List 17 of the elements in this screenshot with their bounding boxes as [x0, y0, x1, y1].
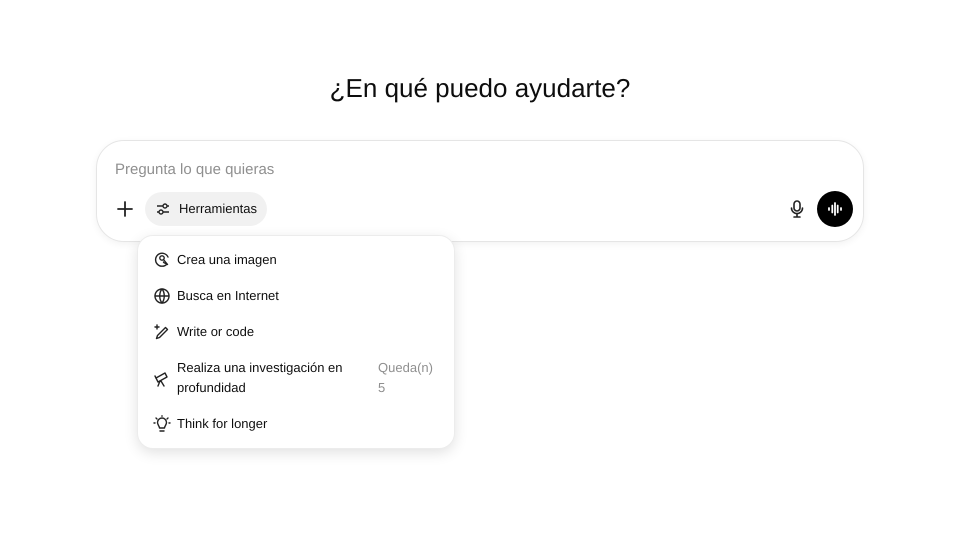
- globe-icon: [153, 287, 171, 305]
- prompt-input[interactable]: Pregunta lo que quieras: [115, 157, 715, 181]
- menu-item[interactable]: Crea una imagen: [138, 242, 454, 278]
- microphone-icon: [790, 200, 804, 218]
- menu-item[interactable]: Realiza una investigación en profundidad Queda(n) 5: [138, 350, 454, 406]
- menu-item[interactable]: Write or code: [138, 314, 454, 350]
- remaining-count: Queda(n) 5: [378, 359, 434, 397]
- pencil-sparkle-icon: [153, 323, 171, 341]
- sliders-icon: [155, 201, 171, 217]
- menu-item[interactable]: Busca en Internet: [138, 278, 454, 314]
- plus-icon: [116, 200, 134, 218]
- lightbulb-icon: [153, 415, 171, 433]
- tools-button[interactable]: Herramientas: [145, 192, 268, 226]
- page-heading: ¿En qué puedo ayudarte?: [330, 72, 630, 105]
- sound-wave-icon: [828, 202, 842, 216]
- voice-mode-button[interactable]: [817, 191, 853, 227]
- menu-item[interactable]: Think for longer: [138, 406, 454, 442]
